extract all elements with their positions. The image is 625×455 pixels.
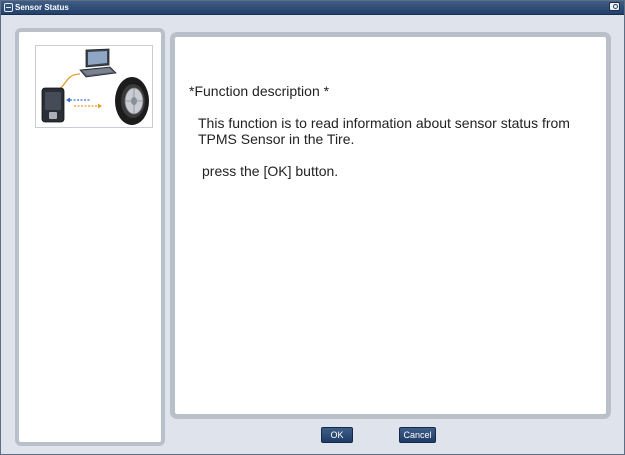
laptop-icon (79, 48, 117, 78)
tire-icon (115, 77, 149, 125)
sidebar-panel (15, 28, 165, 446)
window-title: Sensor Status (15, 3, 69, 12)
cable-icon (57, 73, 81, 91)
scan-tool-icon (41, 87, 65, 123)
close-icon[interactable] (609, 2, 620, 11)
app-icon (4, 3, 13, 12)
description-body: This function is to read information abo… (198, 115, 570, 147)
signal-arrow-icon (66, 97, 102, 109)
tpms-diagnostic-illustration (35, 45, 153, 128)
illustration-svg (41, 48, 149, 125)
description-title: *Function description * (189, 83, 330, 99)
title-bar: Sensor Status (1, 1, 624, 15)
sensor-status-window: Sensor Status *Function description * Th… (0, 0, 625, 455)
ok-button[interactable]: OK (321, 427, 353, 443)
instruction-text: press the [OK] button. (202, 163, 339, 179)
description-panel: *Function description * This function is… (170, 32, 611, 419)
cancel-button[interactable]: Cancel (399, 427, 436, 443)
